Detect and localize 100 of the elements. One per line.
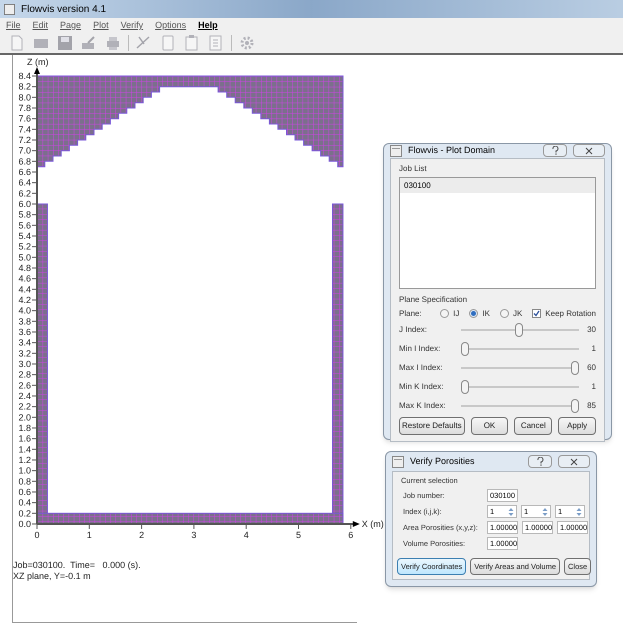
dialog-title: Flowvis - Plot Domain <box>408 144 496 157</box>
menu-item[interactable]: Edit <box>32 18 48 32</box>
tick-label: 6.8 <box>18 156 31 166</box>
spinner-icon <box>576 506 582 516</box>
slider-label: Min I Index: <box>399 343 442 354</box>
tick-label: 4.0 <box>18 306 31 316</box>
slider-thumb[interactable] <box>571 360 579 374</box>
tick-label: 5.4 <box>18 231 31 241</box>
tick-label: 1.0 <box>18 466 31 476</box>
slider-value: 1 <box>590 381 596 392</box>
slider[interactable] <box>461 322 579 336</box>
tick-label: 3.6 <box>18 326 31 337</box>
window-title: Flowvis version 4.1 <box>21 2 106 16</box>
tick-label: 7.8 <box>18 103 31 113</box>
tick-label: 3.0 <box>18 358 31 369</box>
tick-label: 6.4 <box>18 178 31 188</box>
tick-label: 0 <box>34 530 40 540</box>
group-title: Job List <box>399 162 428 174</box>
keep-rotation-checkbox[interactable]: Keep Rotation <box>532 308 596 318</box>
menu-item[interactable]: Plot <box>93 18 109 32</box>
tick-label: 1.8 <box>18 422 31 433</box>
slider-thumb[interactable] <box>571 398 579 412</box>
plot-info-text: XZ plane, Y=-0.1 m <box>13 571 92 582</box>
menu-item[interactable]: Verify <box>120 18 144 32</box>
spinner-icon <box>542 506 548 516</box>
tick-label: 6.6 <box>18 167 31 177</box>
tick-label: 1.6 <box>18 434 31 444</box>
slider-thumb[interactable] <box>461 380 469 394</box>
tick-label: 0.4 <box>18 498 31 508</box>
tick-label: 0.6 <box>18 486 31 497</box>
tick-label: 5.0 <box>18 252 31 262</box>
question-icon <box>536 457 544 466</box>
tick-label: 6.2 <box>18 188 31 198</box>
menu-item[interactable]: Options <box>155 18 186 32</box>
spinner-icon <box>508 506 514 516</box>
slider-thumb[interactable] <box>514 322 523 336</box>
menu-item[interactable]: File <box>6 18 21 32</box>
menu-item[interactable]: Help <box>198 18 218 32</box>
job-list-item[interactable]: 030100 <box>400 178 595 192</box>
dialog-button[interactable]: OK <box>470 416 508 434</box>
slider-value: 30 <box>586 324 596 335</box>
tick-label: 4.6 <box>18 274 31 284</box>
tick-label: 1.2 <box>18 454 31 465</box>
tick-label: 6 <box>348 530 354 540</box>
dialog-button[interactable]: Restore Defaults <box>399 416 465 434</box>
tick-label: 7.6 <box>18 114 31 124</box>
tick-label: 0.0 <box>18 518 31 529</box>
slider[interactable] <box>461 360 579 374</box>
axis-title: X (m) <box>362 518 384 529</box>
tick-label: 7.0 <box>18 146 31 156</box>
plane-radio[interactable]: JK <box>500 308 522 318</box>
plot-info-text: Job=030100. Time= 0.000 (s). <box>13 560 142 571</box>
tick-label: 4 <box>244 530 249 540</box>
tick-label: 4.2 <box>18 294 31 305</box>
tick-label: 5.6 <box>18 220 31 230</box>
tick-label: 3.8 <box>18 316 31 326</box>
slider-value: 85 <box>586 400 596 411</box>
tick-label: 3.4 <box>18 338 31 348</box>
dialog-button[interactable]: Apply <box>558 416 596 434</box>
tick-label: 1 <box>86 530 92 540</box>
dialog-title: Verify Porosities <box>410 454 476 468</box>
plane-radio[interactable]: IJ <box>440 308 460 318</box>
slider-label: Max K Index: <box>399 400 447 411</box>
tick-label: 7.4 <box>18 124 31 134</box>
window-icon <box>392 456 404 468</box>
slider-label: Max I Index: <box>399 362 444 373</box>
question-icon <box>552 146 558 156</box>
tick-label: 3.2 <box>18 348 31 358</box>
help-button[interactable] <box>528 455 552 468</box>
plane-label: Plane: <box>399 308 423 318</box>
tick-label: 5.2 <box>18 242 31 252</box>
tick-label: 3 <box>191 530 196 540</box>
tick-label: 8.2 <box>18 82 31 92</box>
close-icon <box>570 458 578 466</box>
slider[interactable] <box>461 342 579 356</box>
slider-thumb[interactable] <box>461 342 469 356</box>
tick-label: 2 <box>139 530 144 540</box>
tick-label: 7.2 <box>18 135 31 145</box>
close-button[interactable] <box>558 455 590 468</box>
slider-label: J Index: <box>399 324 428 335</box>
tick-label: 8.0 <box>18 92 31 102</box>
plane-radio[interactable]: IK <box>469 308 490 318</box>
tick-label: 4.4 <box>18 284 31 294</box>
tick-label: 5 <box>296 530 301 540</box>
slider-value: 60 <box>586 362 596 373</box>
tick-label: 0.2 <box>18 508 31 518</box>
close-button[interactable] <box>573 144 605 158</box>
slider[interactable] <box>461 380 579 394</box>
tick-label: 2.2 <box>18 402 31 412</box>
menu-item[interactable]: Page <box>60 18 82 32</box>
close-icon <box>585 146 593 155</box>
tick-label: 2.6 <box>18 380 31 390</box>
tick-label: 5.8 <box>18 210 31 220</box>
slider[interactable] <box>461 398 579 412</box>
dialog-button[interactable]: Cancel <box>514 416 552 434</box>
group-title: Plane Specification <box>399 294 468 304</box>
slider-label: Min K Index: <box>399 381 444 392</box>
help-button[interactable] <box>543 144 567 158</box>
tick-label: 2.0 <box>18 412 31 422</box>
check-icon <box>533 310 540 316</box>
